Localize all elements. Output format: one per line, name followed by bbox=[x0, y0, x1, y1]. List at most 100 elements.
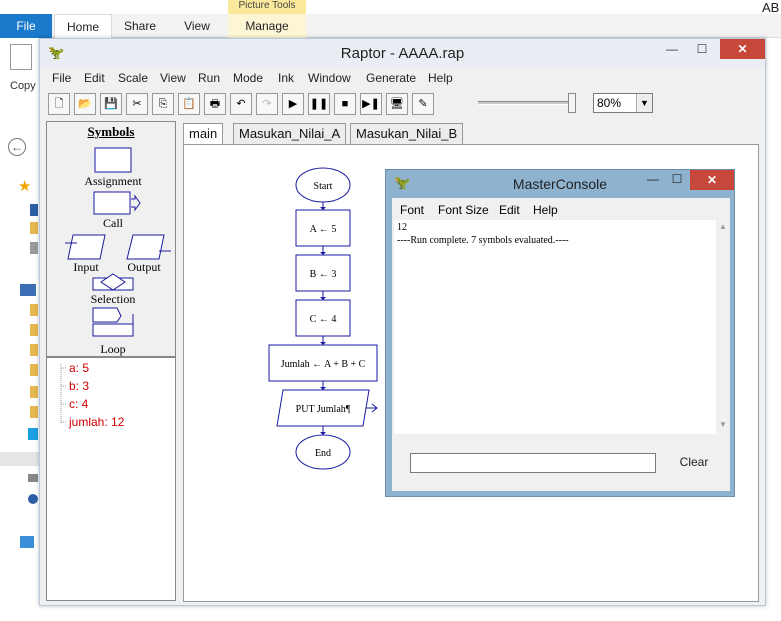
variable-b[interactable]: b: 3 bbox=[69, 379, 89, 393]
assignment-label: Assignment bbox=[84, 174, 142, 188]
scroll-down-icon[interactable]: ▼ bbox=[719, 420, 727, 429]
speed-slider-track[interactable] bbox=[478, 101, 574, 105]
zoom-select[interactable]: 80% ▼ bbox=[593, 93, 653, 113]
undo-icon[interactable]: ↶ bbox=[230, 93, 252, 115]
favorites-star-icon[interactable]: ★ bbox=[18, 177, 31, 195]
master-console-window: 🦖 MasterConsole — ☐ ✕ Font Font Size Edi… bbox=[385, 169, 735, 497]
menu-edit[interactable]: Edit bbox=[499, 203, 520, 217]
open-folder-icon[interactable]: 📂 bbox=[74, 93, 96, 115]
menu-mode[interactable]: Mode bbox=[233, 71, 263, 85]
menu-generate[interactable]: Generate bbox=[366, 71, 416, 85]
output-label: PUT Jumlah¶ bbox=[296, 404, 351, 415]
copy-label: Copy bbox=[10, 80, 36, 92]
paste-icon[interactable]: 📋 bbox=[178, 93, 200, 115]
scroll-up-icon[interactable]: ▲ bbox=[719, 222, 727, 231]
folder-icon[interactable] bbox=[30, 344, 38, 356]
variable-jumlah[interactable]: jumlah: 12 bbox=[69, 415, 124, 429]
folder-icon[interactable] bbox=[30, 304, 38, 316]
menu-window[interactable]: Window bbox=[308, 71, 351, 85]
tab-masukan-nilai-a[interactable]: Masukan_Nilai_A bbox=[233, 123, 347, 144]
copy-icon[interactable]: ⎘ bbox=[152, 93, 174, 115]
maximize-button[interactable]: ☐ bbox=[664, 170, 690, 188]
call-symbol-icon[interactable] bbox=[93, 191, 131, 215]
folder-icon[interactable] bbox=[30, 222, 38, 234]
new-file-icon[interactable]: 🗋 bbox=[48, 93, 70, 115]
symbol-shapes bbox=[65, 147, 171, 337]
title-bar[interactable]: 🦖 Raptor - AAAA.rap — ☐ ✕ bbox=[40, 39, 765, 67]
explorer-right-edge bbox=[766, 40, 781, 621]
step-jumlah-label: Jumlah ← A + B + C bbox=[281, 359, 366, 370]
menu-run[interactable]: Run bbox=[198, 71, 220, 85]
back-icon[interactable]: ← bbox=[8, 138, 26, 156]
step-b-label: B ← 3 bbox=[310, 269, 337, 280]
redo-icon[interactable]: ↷ bbox=[256, 93, 278, 115]
drive-icon[interactable] bbox=[28, 474, 38, 482]
copy-icon[interactable] bbox=[10, 44, 32, 70]
stop-icon[interactable]: ■ bbox=[334, 93, 356, 115]
step-icon[interactable]: ▶❚ bbox=[360, 93, 382, 115]
tab-manage[interactable]: Manage bbox=[228, 14, 306, 38]
variable-c[interactable]: c: 4 bbox=[69, 397, 88, 411]
tab-share[interactable]: Share bbox=[112, 14, 168, 38]
menu-help[interactable]: Help bbox=[533, 203, 558, 217]
input-symbol-icon[interactable] bbox=[67, 234, 106, 260]
print-icon[interactable]: 🖶 bbox=[204, 93, 226, 115]
speed-slider-thumb[interactable] bbox=[568, 93, 576, 113]
step-c-label: C ← 4 bbox=[310, 314, 337, 325]
toolbar: 🗋 📂 💾 ✂ ⎘ 📋 🖶 ↶ ↷ ▶ ❚❚ ■ ▶❚ 🖥 ✎ 80% ▼ bbox=[40, 89, 765, 119]
menu-view[interactable]: View bbox=[160, 71, 186, 85]
menu-bar: File Edit Scale View Run Mode Ink Window… bbox=[40, 67, 765, 89]
ink-pen-icon[interactable]: ✎ bbox=[412, 93, 434, 115]
clear-button[interactable]: Clear bbox=[664, 451, 724, 475]
menu-file[interactable]: File bbox=[52, 71, 71, 85]
save-icon[interactable]: 💾 bbox=[100, 93, 122, 115]
ribbon-area: Copy bbox=[0, 38, 40, 100]
console-scrollbar[interactable]: ▲ ▼ bbox=[716, 220, 730, 434]
minimize-button[interactable]: — bbox=[640, 170, 666, 188]
folder-icon[interactable] bbox=[30, 386, 38, 398]
close-button[interactable]: ✕ bbox=[690, 170, 734, 190]
recent-icon[interactable] bbox=[30, 242, 38, 254]
folder-icon[interactable] bbox=[30, 364, 38, 376]
assignment-symbol-icon[interactable] bbox=[94, 147, 132, 173]
network-drive-icon[interactable] bbox=[28, 494, 38, 504]
chevron-down-icon[interactable]: ▼ bbox=[636, 94, 652, 112]
menu-font[interactable]: Font bbox=[400, 203, 424, 217]
menu-edit[interactable]: Edit bbox=[84, 71, 105, 85]
folder-icon[interactable] bbox=[30, 406, 38, 418]
selection-label: Selection bbox=[90, 292, 136, 306]
selected-drive-row[interactable] bbox=[0, 452, 40, 466]
run-icon[interactable]: ▶ bbox=[282, 93, 304, 115]
close-button[interactable]: ✕ bbox=[720, 39, 765, 59]
symbols-panel: Symbols Assignment Call Input Output Sel… bbox=[46, 121, 176, 357]
output-symbol-icon[interactable] bbox=[126, 234, 165, 260]
loop-symbol-icon[interactable] bbox=[92, 307, 122, 323]
cut-icon[interactable]: ✂ bbox=[126, 93, 148, 115]
quick-access-toolbar bbox=[0, 0, 781, 14]
this-pc-icon[interactable] bbox=[20, 284, 36, 296]
test-server-icon[interactable]: 🖥 bbox=[386, 93, 408, 115]
tab-masukan-nilai-b[interactable]: Masukan_Nilai_B bbox=[350, 123, 464, 144]
maximize-button[interactable]: ☐ bbox=[688, 39, 716, 59]
tab-main[interactable]: main bbox=[183, 123, 224, 145]
console-output[interactable]: 12 ----Run complete. 7 symbols evaluated… bbox=[394, 220, 716, 434]
file-tab[interactable]: File bbox=[0, 14, 52, 38]
start-label: Start bbox=[314, 181, 333, 192]
pause-icon[interactable]: ❚❚ bbox=[308, 93, 330, 115]
tab-home[interactable]: Home bbox=[54, 14, 112, 39]
console-line: 12 bbox=[397, 222, 407, 233]
menu-help[interactable]: Help bbox=[428, 71, 453, 85]
folder-icon[interactable] bbox=[30, 324, 38, 336]
variable-a[interactable]: a: 5 bbox=[69, 361, 89, 375]
desktop-icon[interactable] bbox=[30, 204, 38, 216]
menu-scale[interactable]: Scale bbox=[118, 71, 148, 85]
minimize-button[interactable]: — bbox=[658, 39, 686, 59]
windows-drive-icon[interactable] bbox=[28, 428, 38, 440]
menu-font-size[interactable]: Font Size bbox=[438, 203, 489, 217]
tab-view[interactable]: View bbox=[168, 14, 226, 38]
menu-ink[interactable]: Ink bbox=[278, 71, 294, 85]
network-icon[interactable] bbox=[20, 536, 34, 548]
picture-tools-group-label: Picture Tools bbox=[228, 0, 306, 14]
console-input[interactable] bbox=[410, 453, 656, 473]
input-label: Input bbox=[73, 260, 99, 274]
